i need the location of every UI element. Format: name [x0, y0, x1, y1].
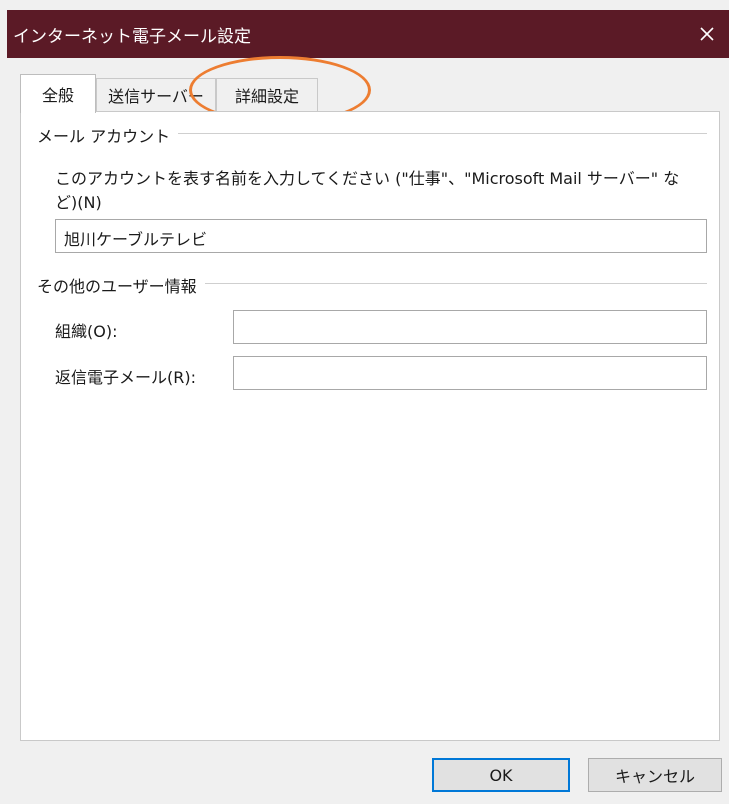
organization-input[interactable]	[233, 310, 707, 344]
other-user-info-section-title: その他のユーザー情報	[37, 273, 205, 297]
account-name-description: このアカウントを表す名前を入力してください ("仕事"、"Microsoft M…	[55, 169, 680, 188]
tab-general[interactable]: 全般	[20, 74, 96, 113]
reply-email-label: 返信電子メール(R):	[55, 368, 196, 387]
general-tab-panel: メール アカウント このアカウントを表す名前を入力してください ("仕事"、"M…	[20, 111, 720, 741]
cancel-button-label: キャンセル	[614, 767, 695, 786]
mail-account-section-title: メール アカウント	[37, 123, 179, 147]
tab-general-label: 全般	[41, 86, 74, 105]
cancel-button[interactable]: キャンセル	[588, 758, 722, 792]
internet-email-settings-dialog: インターネット電子メール設定 全般 送信サーバー 詳細設定 メール アカウント …	[0, 0, 729, 804]
ok-button[interactable]: OK	[432, 758, 570, 792]
window-title: インターネット電子メール設定	[13, 27, 251, 47]
close-button[interactable]	[685, 10, 729, 58]
account-name-description-cont: ど)(N)	[55, 193, 102, 212]
reply-email-input[interactable]	[233, 356, 707, 390]
tab-outgoing-server-label: 送信サーバー	[108, 87, 204, 106]
tab-outgoing-server[interactable]: 送信サーバー	[96, 78, 216, 111]
organization-label: 組織(O):	[55, 322, 118, 341]
ok-button-label: OK	[489, 765, 513, 785]
tab-advanced-label: 詳細設定	[234, 87, 299, 106]
title-bar: インターネット電子メール設定	[7, 10, 729, 58]
close-icon	[700, 27, 714, 41]
tab-advanced[interactable]: 詳細設定	[216, 78, 318, 111]
account-name-input[interactable]: 旭川ケーブルテレビ	[55, 219, 707, 253]
